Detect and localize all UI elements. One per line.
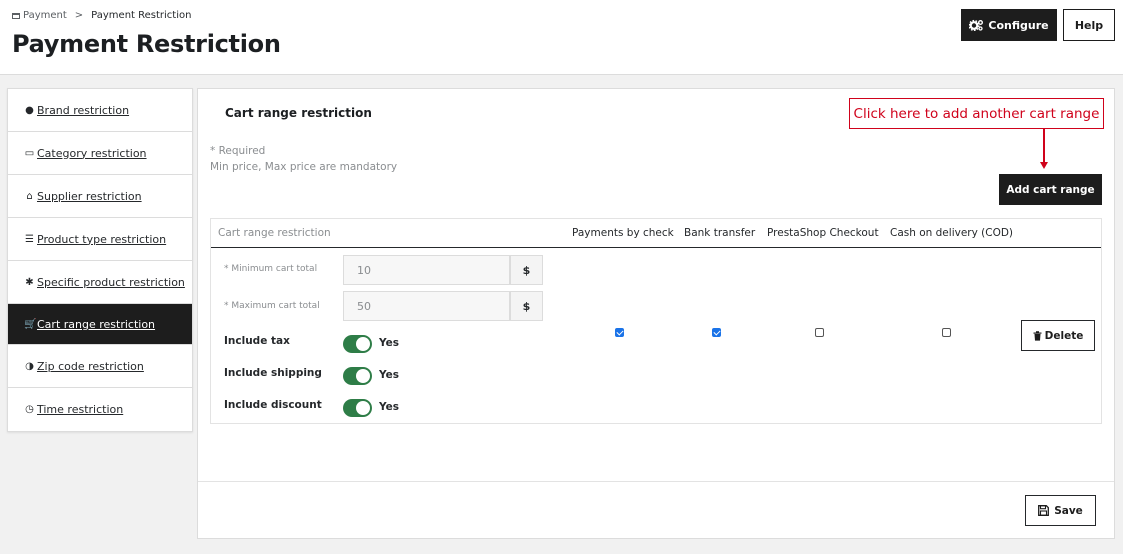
- half-circle-icon: ◑: [25, 360, 34, 372]
- include-discount-toggle[interactable]: [343, 399, 372, 417]
- page-title: Payment Restriction: [12, 30, 281, 58]
- home-icon: ⌂: [26, 190, 33, 202]
- header-cash-on-delivery: Cash on delivery (COD): [890, 227, 1014, 239]
- mandatory-text: Min price, Max price are mandatory: [210, 161, 398, 173]
- sidebar-item-product-type[interactable]: ☰ Product type restriction: [8, 218, 192, 261]
- sidebar-item-category[interactable]: ▭ Category restriction: [8, 132, 192, 175]
- configure-label: Configure: [988, 18, 1049, 32]
- breadcrumb-separator: >: [74, 10, 84, 21]
- include-discount-value: Yes: [379, 401, 400, 413]
- max-cart-total-input[interactable]: [343, 291, 510, 321]
- sidebar-item-label: Zip code restriction: [37, 359, 144, 373]
- min-cart-total-label: * Minimum cart total: [224, 264, 318, 274]
- delete-button[interactable]: Delete: [1021, 320, 1095, 351]
- shopping-cart-icon: 🛒: [24, 318, 37, 330]
- save-button[interactable]: Save: [1025, 495, 1096, 526]
- gears-icon: [969, 19, 984, 31]
- header-prestashop-checkout: PrestaShop Checkout: [767, 227, 879, 239]
- panel-footer-divider: [198, 481, 1114, 482]
- currency-addon: $: [510, 255, 543, 285]
- cart-range-table: Cart range restriction Payments by check…: [210, 218, 1102, 424]
- toggle-knob: [356, 337, 370, 351]
- header-bank-transfer: Bank transfer: [684, 227, 756, 239]
- include-shipping-label: Include shipping: [224, 367, 322, 379]
- sidebar-item-specific-product[interactable]: ✱ Specific product restriction: [8, 261, 192, 304]
- include-tax-toggle[interactable]: [343, 335, 372, 353]
- required-text: * Required: [210, 145, 266, 157]
- trash-icon: [1033, 330, 1042, 341]
- include-shipping-value: Yes: [379, 369, 400, 381]
- credit-card-icon: ▭: [24, 147, 35, 159]
- breadcrumb-link-payment[interactable]: Payment: [23, 10, 67, 21]
- clock-icon: ◷: [25, 404, 34, 415]
- include-shipping-toggle[interactable]: [343, 367, 372, 385]
- list-icon: ☰: [25, 233, 34, 245]
- user-icon: ●: [25, 104, 34, 116]
- sidebar-item-label: Brand restriction: [37, 103, 130, 117]
- sidebar-item-label: Supplier restriction: [37, 189, 142, 203]
- sidebar-item-time[interactable]: ◷ Time restriction: [8, 388, 192, 431]
- configure-button[interactable]: Configure: [961, 9, 1057, 41]
- breadcrumb-current: Payment Restriction: [91, 10, 192, 21]
- sidebar-item-label: Time restriction: [37, 403, 124, 416]
- include-discount-label: Include discount: [224, 399, 322, 411]
- include-tax-label: Include tax: [224, 335, 290, 347]
- floppy-disk-icon: [1038, 505, 1050, 516]
- currency-addon: $: [510, 291, 543, 321]
- required-note: * Required Min price, Max price are mand…: [210, 143, 397, 175]
- delete-label: Delete: [1044, 329, 1084, 342]
- breadcrumb: Payment > Payment Restriction: [12, 10, 191, 21]
- sidebar-item-label: Cart range restriction: [37, 317, 156, 331]
- callout-annotation: Click here to add another cart range: [849, 98, 1104, 129]
- sidebar-item-supplier[interactable]: ⌂ Supplier restriction: [8, 175, 192, 218]
- toggle-knob: [356, 401, 370, 415]
- include-tax-value: Yes: [379, 337, 400, 349]
- save-label: Save: [1054, 504, 1083, 517]
- toggle-knob: [356, 369, 370, 383]
- callout-arrow-line: [1043, 129, 1045, 163]
- min-cart-total-input[interactable]: [343, 255, 510, 285]
- cart-range-panel: Cart range restriction * Required Min pr…: [197, 88, 1115, 539]
- sidebar-item-brand[interactable]: ● Brand restriction: [8, 89, 192, 132]
- payment-icon: [12, 12, 20, 19]
- page-header: Payment > Payment Restriction Payment Re…: [0, 0, 1123, 75]
- max-cart-total-label: * Maximum cart total: [224, 301, 320, 311]
- cash-on-delivery-checkbox[interactable]: [942, 328, 951, 337]
- sidebar-item-label: Specific product restriction: [37, 275, 185, 289]
- sidebar-item-label: Category restriction: [37, 146, 147, 160]
- payments-by-check-checkbox[interactable]: [615, 328, 624, 337]
- add-cart-range-button[interactable]: Add cart range: [999, 174, 1102, 205]
- prestashop-checkout-checkbox[interactable]: [815, 328, 824, 337]
- sidebar-item-zip-code[interactable]: ◑ Zip code restriction: [8, 345, 192, 388]
- callout-arrow-head-icon: [1040, 162, 1048, 169]
- sidebar: ● Brand restriction ▭ Category restricti…: [7, 88, 193, 432]
- panel-title: Cart range restriction: [225, 106, 372, 120]
- asterisk-icon: ✱: [25, 276, 34, 288]
- sidebar-item-label: Product type restriction: [37, 232, 167, 246]
- help-button[interactable]: Help: [1063, 9, 1115, 41]
- table-header: Cart range restriction Payments by check…: [211, 219, 1101, 248]
- header-cart-range: Cart range restriction: [218, 227, 331, 239]
- sidebar-item-cart-range[interactable]: 🛒 Cart range restriction: [8, 304, 192, 345]
- header-payments-by-check: Payments by check: [572, 227, 674, 239]
- bank-transfer-checkbox[interactable]: [712, 328, 721, 337]
